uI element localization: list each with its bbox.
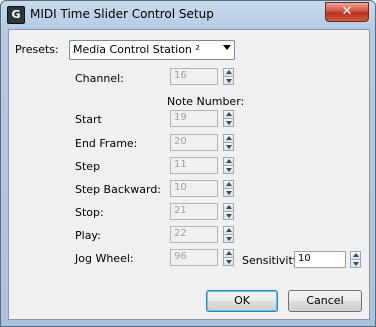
step-spinner[interactable] — [223, 157, 234, 174]
jog-wheel-value: 96 — [174, 251, 187, 262]
sensitivity-input[interactable]: 10 — [294, 251, 346, 268]
spin-down-icon[interactable] — [223, 118, 234, 127]
stop-label: Stop: — [75, 206, 104, 219]
start-spinner[interactable] — [223, 110, 234, 127]
channel-label: Channel: — [75, 72, 124, 85]
spin-down-icon[interactable] — [223, 142, 234, 151]
dialog-body: Presets: Media Control Station ² Channel… — [8, 29, 370, 320]
step-backward-input: 10 — [170, 180, 218, 197]
window-title: MIDI Time Slider Control Setup — [30, 7, 214, 21]
spin-down-icon[interactable] — [350, 259, 361, 268]
app-icon: G — [7, 6, 25, 24]
play-input: 22 — [170, 226, 218, 243]
ok-button[interactable]: OK — [206, 290, 278, 312]
jog-wheel-input: 96 — [170, 249, 218, 266]
stop-input: 21 — [170, 203, 218, 220]
start-label: Start — [75, 113, 102, 126]
step-backward-value: 10 — [174, 182, 187, 193]
stop-value: 21 — [174, 205, 187, 216]
jog-wheel-label: Jog Wheel: — [75, 252, 134, 265]
spin-down-icon[interactable] — [223, 257, 234, 266]
channel-input: 16 — [170, 68, 218, 85]
spin-down-icon[interactable] — [223, 165, 234, 174]
step-value: 11 — [174, 159, 187, 170]
play-spinner[interactable] — [223, 226, 234, 243]
play-value: 22 — [174, 228, 187, 239]
play-label: Play: — [75, 229, 101, 242]
stop-spinner[interactable] — [223, 203, 234, 220]
end-frame-value: 20 — [174, 136, 187, 147]
presets-label: Presets: — [15, 43, 59, 56]
end-frame-input: 20 — [170, 134, 218, 151]
spin-down-icon[interactable] — [223, 234, 234, 243]
jog-wheel-spinner[interactable] — [223, 249, 234, 266]
spin-down-icon[interactable] — [223, 76, 234, 85]
chevron-down-icon — [223, 45, 231, 50]
presets-dropdown[interactable]: Media Control Station ² — [69, 40, 235, 60]
start-input: 19 — [170, 110, 218, 127]
channel-value: 16 — [174, 70, 187, 81]
step-label: Step — [75, 160, 101, 173]
step-input: 11 — [170, 157, 218, 174]
end-frame-spinner[interactable] — [223, 134, 234, 151]
channel-spinner[interactable] — [223, 68, 234, 85]
step-backward-label: Step Backward: — [75, 183, 162, 196]
end-frame-label: End Frame: — [75, 137, 138, 150]
presets-selected-value: Media Control Station ² — [73, 43, 200, 56]
dialog-window: G MIDI Time Slider Control Setup ✕ Prese… — [0, 0, 376, 327]
close-button[interactable]: ✕ — [325, 2, 369, 22]
start-value: 19 — [174, 112, 187, 123]
step-backward-spinner[interactable] — [223, 180, 234, 197]
spin-down-icon[interactable] — [223, 188, 234, 197]
note-number-header: Note Number: — [167, 95, 245, 108]
sensitivity-value: 10 — [298, 253, 311, 264]
cancel-button[interactable]: Cancel — [288, 290, 362, 312]
sensitivity-spinner[interactable] — [350, 251, 361, 268]
title-bar[interactable]: G MIDI Time Slider Control Setup ✕ — [1, 1, 375, 29]
spin-down-icon[interactable] — [223, 211, 234, 220]
